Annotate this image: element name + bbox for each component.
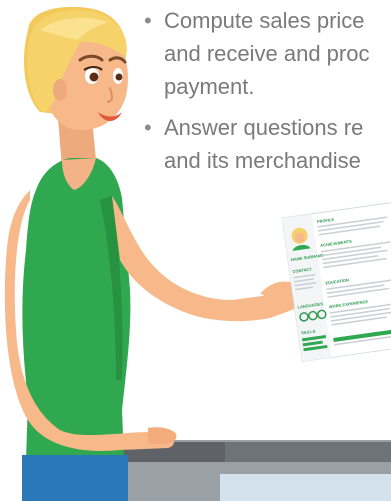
woman-illustration [4,6,298,501]
illustration-scene: NAME SURNAME PROFILE ACHIEVEMENTS CONTAC… [4,6,391,501]
resume-document: NAME SURNAME PROFILE ACHIEVEMENTS CONTAC… [281,201,391,363]
